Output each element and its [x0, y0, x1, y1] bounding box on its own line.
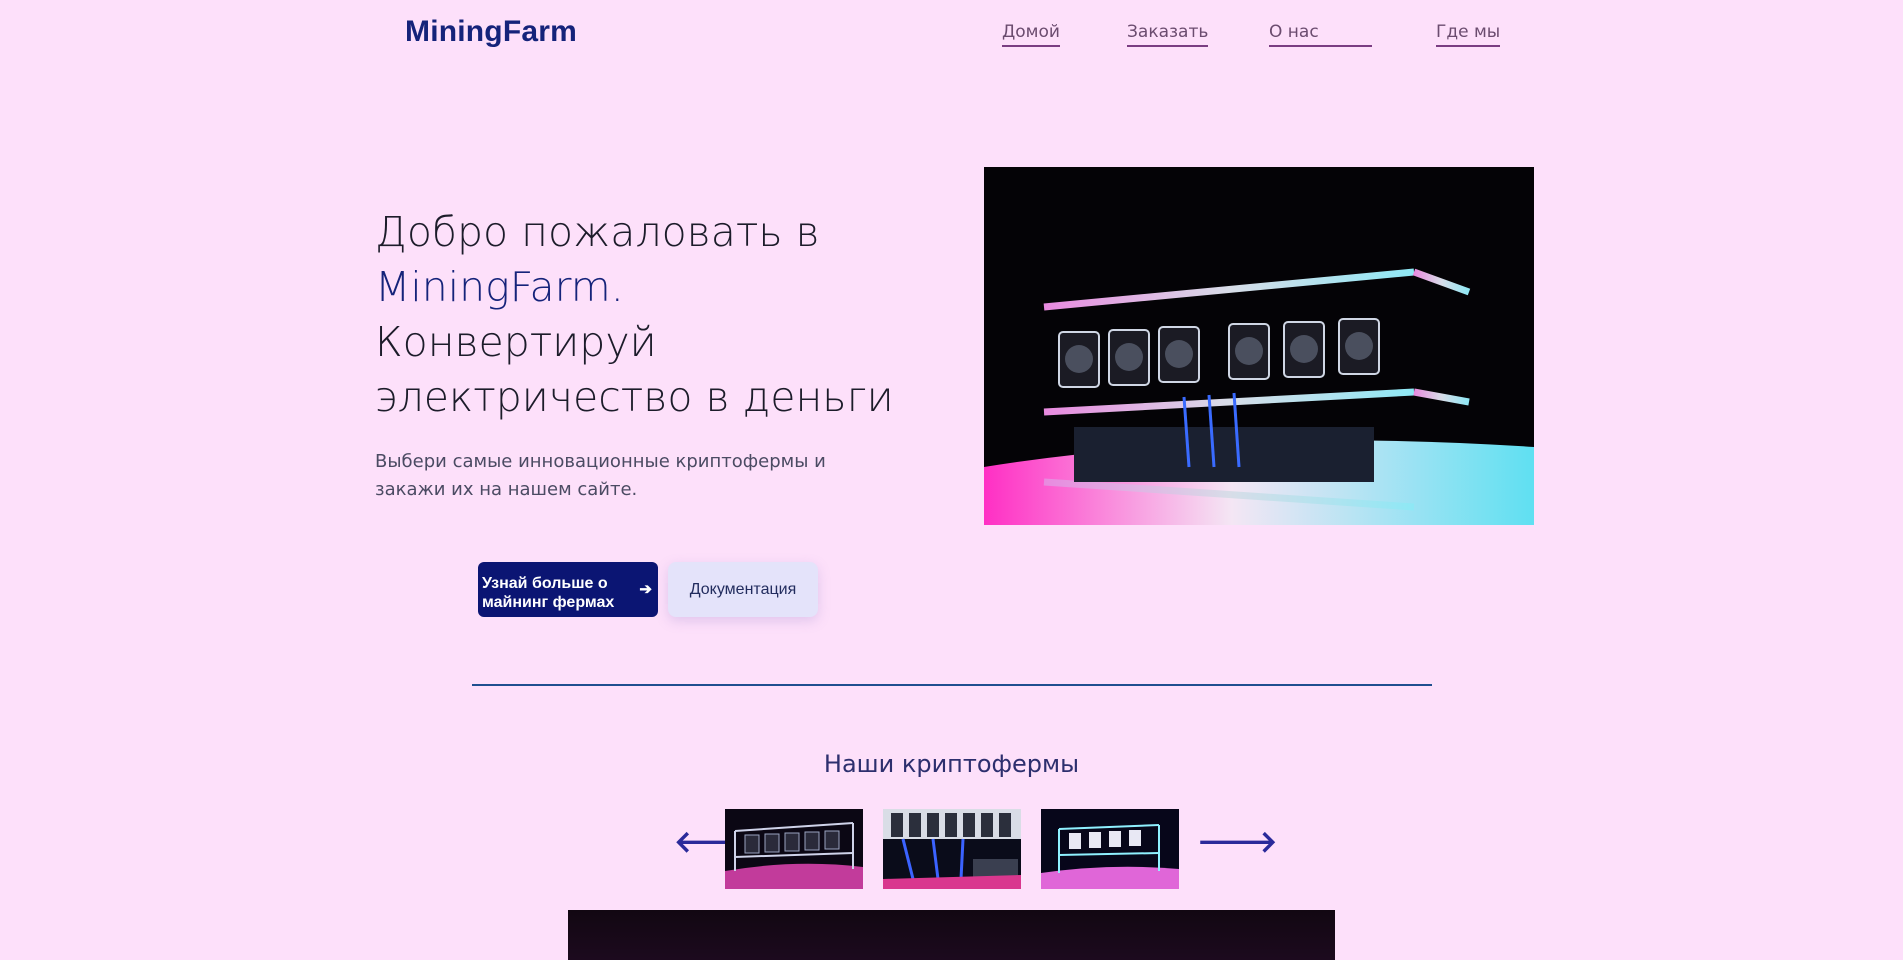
- mining-rig-illustration: [984, 167, 1534, 525]
- hero-title-line1: Добро пожаловать в: [375, 208, 820, 256]
- farms-section-title: Наши криптофермы: [823, 750, 1080, 778]
- arrow-right-icon: ➔: [639, 581, 652, 598]
- hero-title-line3: Конвертируй: [375, 318, 657, 366]
- mining-rig-thumbnail-3: [1041, 809, 1179, 889]
- hero-title-brand: MiningFarm.: [375, 263, 624, 311]
- learn-more-button[interactable]: Узнай больше о майнинг фермах ➔: [478, 562, 658, 617]
- hero-title-line4: электричество в деньги: [375, 373, 894, 421]
- learn-more-label: Узнай больше о майнинг фермах: [482, 574, 615, 611]
- farm-thumbnail-2[interactable]: [883, 809, 1021, 889]
- hero-subtitle: Выбери самые инновационные криптофермы и…: [375, 451, 826, 500]
- featured-farm-image: [568, 910, 1335, 960]
- section-divider: [472, 684, 1432, 686]
- nav-where[interactable]: Где мы: [1436, 22, 1501, 47]
- logo[interactable]: MiningFarm: [405, 15, 577, 49]
- hero-title: Добро пожаловать в MiningFarm. Конвертир…: [375, 205, 935, 425]
- arrow-right-icon[interactable]: 🡒: [1197, 828, 1277, 858]
- farm-thumbnail-1[interactable]: [725, 809, 863, 889]
- farm-thumbnail-3[interactable]: [1041, 809, 1179, 889]
- hero-mining-rig-image: [984, 167, 1534, 525]
- documentation-button[interactable]: Документация: [668, 562, 818, 617]
- mining-rig-thumbnail-2: [883, 809, 1021, 889]
- nav-about[interactable]: О нас: [1269, 22, 1372, 47]
- nav-home[interactable]: Домой: [1002, 22, 1060, 47]
- mining-rig-thumbnail-1: [725, 809, 863, 889]
- nav-order[interactable]: Заказать: [1127, 22, 1209, 47]
